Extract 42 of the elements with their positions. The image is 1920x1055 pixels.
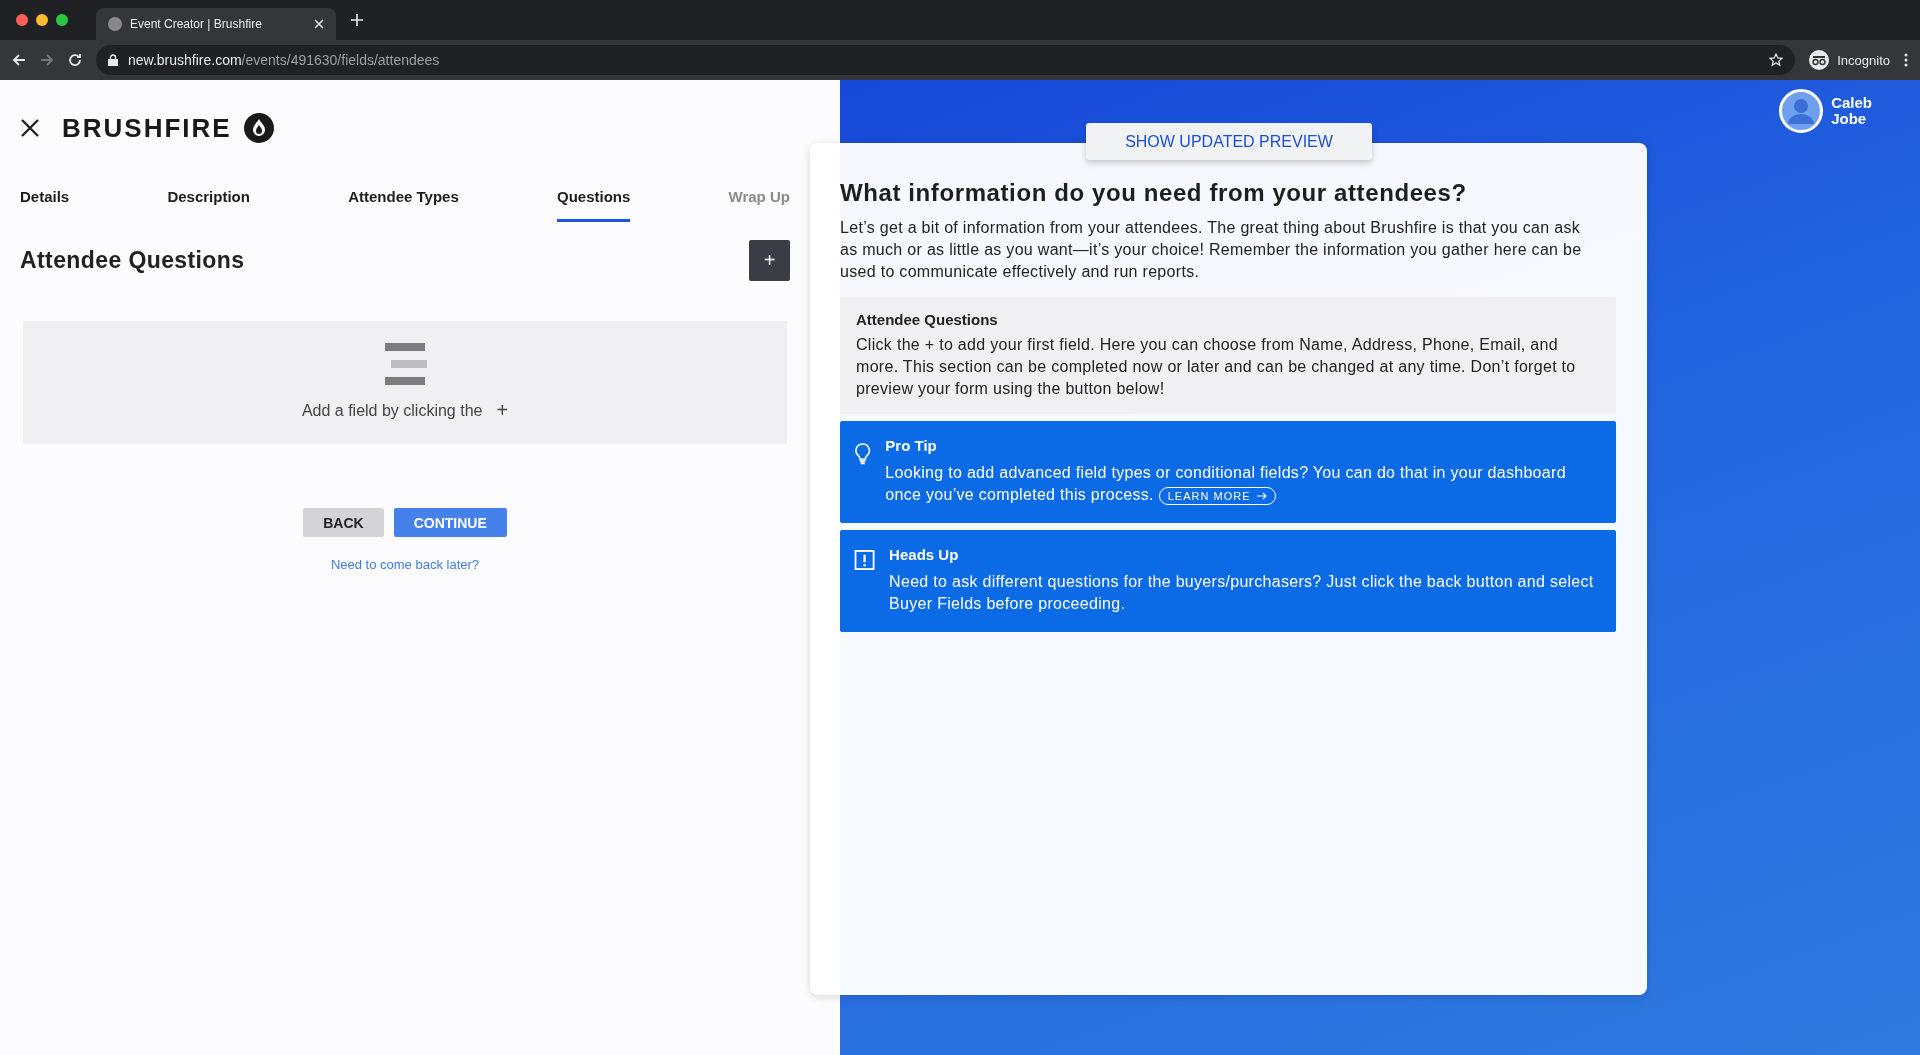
- list-icon: [383, 343, 427, 385]
- continue-button[interactable]: CONTINUE: [393, 508, 507, 537]
- step-tab[interactable]: Attendee Types: [348, 182, 459, 222]
- note-title: Pro Tip: [885, 437, 938, 454]
- step-tab[interactable]: Description: [167, 182, 250, 222]
- show-preview-button[interactable]: SHOW UPDATED PREVIEW: [1086, 123, 1372, 160]
- forward-arrow-icon[interactable]: [40, 53, 54, 67]
- brand-name: BRUSHFIRE: [62, 112, 232, 144]
- star-icon[interactable]: [1769, 53, 1784, 67]
- new-tab-icon[interactable]: [350, 13, 364, 27]
- profile-label: Incognito: [1837, 52, 1890, 68]
- intro-paragraph: Let’s get a bit of information from your attendees. The great thing about Brushfire is that you can ask as much or as little as you want—it’s your choice! Remember the information you gather here can be used to communicate effectively and run reports.: [840, 218, 1583, 282]
- info-title: Attendee Questions: [856, 311, 999, 328]
- note-title: Heads Up: [889, 546, 960, 563]
- step-tab[interactable]: Questions: [556, 182, 631, 222]
- section-title: Attendee Questions: [20, 247, 245, 274]
- step-tab[interactable]: Details: [20, 182, 70, 222]
- avatar-icon[interactable]: [1779, 89, 1824, 133]
- reload-icon[interactable]: [68, 53, 82, 67]
- empty-state-text: Add a field by clicking the: [301, 401, 483, 420]
- lock-icon: [108, 54, 118, 66]
- browser-tab[interactable]: Event Creator | Brushfire: [96, 8, 336, 40]
- more-icon[interactable]: [1904, 53, 1908, 67]
- incognito-icon[interactable]: [1809, 50, 1830, 70]
- plus-sign: +: [496, 399, 509, 422]
- url-text: new.brushfire.com/events/491630/fields/attendees: [128, 52, 441, 68]
- arrow-icon: [1256, 492, 1267, 500]
- close-icon[interactable]: [20, 118, 40, 138]
- info-text: Click the + to add your first field. Here you can choose from Name, Address, Phone, Email, and more. This section can be completed now or later and can be changed at any time. Don’t forget to preview your form using the button below!: [856, 335, 1577, 399]
- minimize-window-icon[interactable]: [36, 14, 48, 26]
- note-text: Looking to add advanced field types or conditional fields? You can do that in your dashboard once you’ve completed this process. LEARN MORE: [885, 463, 1567, 506]
- add-field-button[interactable]: +: [749, 240, 790, 281]
- address-bar[interactable]: new.brushfire.com/events/491630/fields/attendees: [96, 45, 1796, 75]
- close-window-icon[interactable]: [16, 14, 28, 26]
- flame-logo-icon: [243, 113, 274, 143]
- come-back-later-link[interactable]: Need to come back later?: [330, 557, 480, 572]
- user-name: Caleb Jobe: [1831, 95, 1872, 127]
- maximize-window-icon[interactable]: [56, 14, 68, 26]
- preview-heading: What information do you need from your attendees?: [840, 179, 1468, 207]
- note-text: Need to ask different questions for the buyers/purchasers? Just click the back button and select Buyer Fields before proceeding.: [889, 572, 1595, 614]
- back-button[interactable]: BACK: [303, 508, 384, 537]
- back-arrow-icon[interactable]: [12, 53, 26, 67]
